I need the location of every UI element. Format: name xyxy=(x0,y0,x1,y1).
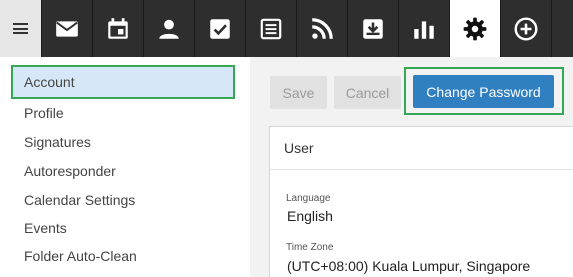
toolbar-mail-button[interactable] xyxy=(41,0,92,57)
toolbar-tasks-button[interactable] xyxy=(194,0,245,57)
settings-sidebar: Account Profile Signatures Autoresponder… xyxy=(0,57,250,277)
contacts-icon xyxy=(159,19,179,39)
toolbar-reports-button[interactable] xyxy=(398,0,449,57)
timezone-select[interactable]: (UTC+08:00) Kuala Lumpur, Singapore xyxy=(287,258,530,274)
change-password-button[interactable]: Change Password xyxy=(413,75,554,108)
bar-chart-icon xyxy=(414,20,434,39)
toolbar-rss-button[interactable] xyxy=(296,0,347,57)
hamburger-icon xyxy=(13,23,28,34)
toolbar-add-button[interactable] xyxy=(500,0,551,57)
toolbar-notes-button[interactable] xyxy=(245,0,296,57)
archive-icon xyxy=(363,18,383,39)
gear-icon xyxy=(463,17,487,40)
settings-main-pane: Save Cancel Change Password User Languag… xyxy=(250,57,573,277)
menu-toggle-button[interactable] xyxy=(0,0,41,57)
sidebar-item-folder-auto-clean[interactable]: Folder Auto-Clean xyxy=(11,239,235,273)
rss-icon xyxy=(312,17,333,39)
top-toolbar xyxy=(0,0,573,57)
toolbar-calendar-button[interactable] xyxy=(92,0,143,57)
cancel-button[interactable]: Cancel xyxy=(334,76,401,109)
timezone-label: Time Zone xyxy=(286,242,334,253)
mail-icon xyxy=(56,20,78,37)
toolbar-filler xyxy=(551,0,573,57)
language-select[interactable]: English xyxy=(287,208,333,224)
toolbar-archive-button[interactable] xyxy=(347,0,398,57)
notes-icon xyxy=(260,18,282,39)
tasks-icon xyxy=(210,18,230,39)
save-button[interactable]: Save xyxy=(270,76,327,109)
language-label: Language xyxy=(286,193,331,204)
calendar-icon xyxy=(108,17,128,39)
toolbar-contacts-button[interactable] xyxy=(143,0,194,57)
add-circle-icon xyxy=(514,17,538,40)
user-settings-card: User Language English Time Zone (UTC+08:… xyxy=(269,126,573,277)
toolbar-settings-button[interactable] xyxy=(449,0,500,57)
sidebar-item-account[interactable]: Account xyxy=(11,65,235,99)
card-title: User xyxy=(270,127,573,170)
